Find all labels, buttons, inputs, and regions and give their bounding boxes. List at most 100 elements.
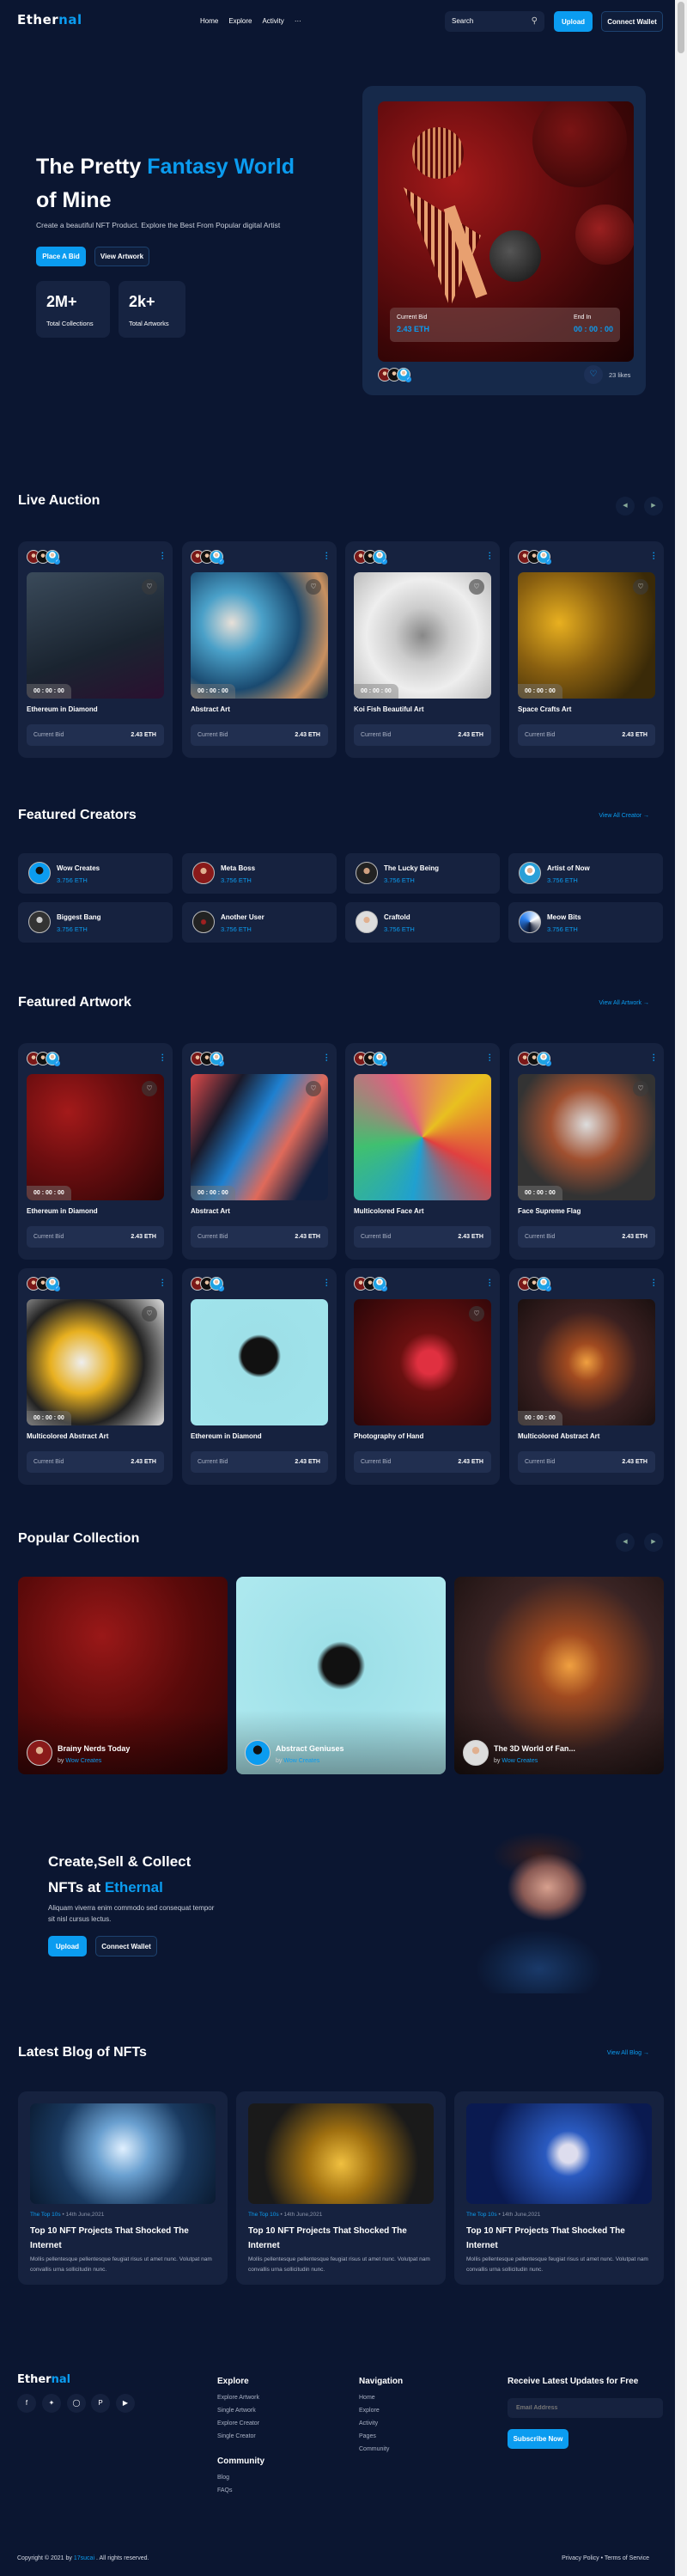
owner-avatars[interactable] (191, 1277, 224, 1291)
cta-upload-button[interactable]: Upload (48, 1936, 87, 1956)
owner-avatars[interactable] (27, 550, 60, 565)
heart-icon[interactable]: ♡ (584, 365, 603, 384)
legal-links[interactable]: Privacy Policy • Terms of Service (562, 2555, 649, 2561)
nft-card[interactable]: ··· ♡ 00 : 00 : 00 Ethereum in Diamond Curre… (18, 1043, 173, 1260)
logo[interactable]: Ethernal (17, 12, 82, 27)
more-options-icon[interactable]: ··· (157, 552, 167, 560)
owner-avatars[interactable] (518, 1052, 551, 1066)
nft-card[interactable]: ··· ♡ Photography of Hand Current Bid 2.43 E… (345, 1268, 500, 1485)
footer-link[interactable]: Explore Creator (217, 2420, 259, 2426)
nft-name[interactable]: Space Crafts Art (518, 705, 571, 713)
heart-icon[interactable]: ♡ (633, 579, 648, 595)
collection-card[interactable]: Brainy Nerds Today by Wow Creates (18, 1577, 228, 1774)
heart-icon[interactable]: ♡ (142, 1081, 157, 1096)
more-options-icon[interactable]: ··· (484, 552, 494, 560)
nft-card[interactable]: ··· ♡ 00 : 00 : 00 Space Crafts Art Current … (509, 541, 664, 758)
more-options-icon[interactable]: ··· (648, 552, 658, 560)
scrollbar-thumb[interactable] (678, 2, 684, 53)
nft-name[interactable]: Multicolored Face Art (354, 1207, 424, 1215)
creator-card[interactable]: Artist of Now 3.756 ETH (508, 853, 663, 894)
footer-link[interactable]: Explore (359, 2408, 380, 2414)
nft-name[interactable]: Multicolored Abstract Art (27, 1432, 108, 1440)
more-options-icon[interactable]: ··· (648, 1279, 658, 1287)
blog-card[interactable]: The Top 10s • 14th June,2021 Top 10 NFT P… (236, 2091, 446, 2285)
nft-name[interactable]: Multicolored Abstract Art (518, 1432, 599, 1440)
prev-arrow-icon[interactable]: ◀ (616, 1533, 635, 1552)
more-options-icon[interactable]: ··· (484, 1053, 494, 1062)
nft-card[interactable]: ··· ♡ 00 : 00 : 00 Koi Fish Beautiful Art Cu… (345, 541, 500, 758)
nft-name[interactable]: Abstract Art (191, 1207, 230, 1215)
nft-name[interactable]: Photography of Hand (354, 1432, 423, 1440)
heart-icon[interactable]: ♡ (469, 579, 484, 595)
blog-category[interactable]: The Top 10s (30, 2212, 61, 2218)
owner-avatars[interactable] (378, 368, 411, 382)
nft-name[interactable]: Ethereum in Diamond (27, 1207, 98, 1215)
nft-name[interactable]: Face Supreme Flag (518, 1207, 581, 1215)
instagram-icon[interactable]: ◯ (67, 2394, 86, 2413)
blog-card[interactable]: The Top 10s • 14th June,2021 Top 10 NFT P… (18, 2091, 228, 2285)
blog-title[interactable]: Top 10 NFT Projects That Shocked The Int… (466, 2224, 654, 2253)
twitter-icon[interactable]: ✦ (42, 2394, 61, 2413)
owner-avatars[interactable] (191, 1052, 224, 1066)
facebook-icon[interactable]: f (17, 2394, 36, 2413)
more-options-icon[interactable]: ··· (321, 1279, 331, 1287)
view-all-creator-link[interactable]: View All Creator → (599, 813, 649, 819)
owner-avatars[interactable] (518, 1277, 551, 1291)
nav-more[interactable]: ··· (295, 17, 301, 25)
creator-card[interactable]: Biggest Bang 3.756 ETH (18, 902, 173, 943)
next-arrow-icon[interactable]: ▶ (644, 497, 663, 516)
footer-link[interactable]: Single Artwork (217, 2408, 256, 2414)
nft-image[interactable]: ♡ 00 : 00 : 00 (191, 572, 328, 699)
footer-link[interactable]: Pages (359, 2433, 376, 2439)
nft-card[interactable]: ··· ♡ 00 : 00 : 00 Face Supreme Flag Current… (509, 1043, 664, 1260)
owner-avatars[interactable] (354, 1277, 387, 1291)
nft-image[interactable]: ♡ 00 : 00 : 00 (191, 1074, 328, 1200)
nav-explore[interactable]: Explore (228, 17, 252, 25)
heart-icon[interactable]: ♡ (142, 579, 157, 595)
blog-title[interactable]: Top 10 NFT Projects That Shocked The Int… (248, 2224, 435, 2253)
nft-card[interactable]: ··· ♡ 00 : 00 : 00 Ethereum in Diamond Curre… (18, 541, 173, 758)
hero-artwork-card[interactable]: Current Bid 2.43 ETH End In 00 : 00 : 00 (362, 86, 646, 395)
nft-card[interactable]: ··· Ethereum in Diamond Current Bid 2.43 ET… (182, 1268, 337, 1485)
blog-title[interactable]: Top 10 NFT Projects That Shocked The Int… (30, 2224, 217, 2253)
owner-avatars[interactable] (27, 1277, 60, 1291)
footer-link[interactable]: Home (359, 2395, 375, 2401)
more-options-icon[interactable]: ··· (321, 552, 331, 560)
upload-button[interactable]: Upload (554, 11, 593, 32)
nav-activity[interactable]: Activity (262, 17, 283, 25)
creator-card[interactable]: Craftold 3.756 ETH (345, 902, 500, 943)
creator-card[interactable]: Meow Bits 3.756 ETH (508, 902, 663, 943)
nft-name[interactable]: Abstract Art (191, 705, 230, 713)
nft-name[interactable]: Ethereum in Diamond (27, 705, 98, 713)
place-bid-button[interactable]: Place A Bid (36, 247, 86, 266)
nft-card[interactable]: ··· 00 : 00 : 00 Multicolored Abstract Art… (509, 1268, 664, 1485)
creator-card[interactable]: The Lucky Being 3.756 ETH (345, 853, 500, 894)
nft-image[interactable]: ♡ 00 : 00 : 00 (354, 572, 491, 699)
footer-link[interactable]: Activity (359, 2420, 378, 2426)
heart-icon[interactable]: ♡ (142, 1306, 157, 1322)
collection-card[interactable]: The 3D World of Fan... by Wow Creates (454, 1577, 664, 1774)
more-options-icon[interactable]: ··· (484, 1279, 494, 1287)
nft-name[interactable]: Koi Fish Beautiful Art (354, 705, 423, 713)
owner-avatars[interactable] (27, 1052, 60, 1066)
creator-link[interactable]: Wow Creates (502, 1758, 538, 1764)
nft-image[interactable] (354, 1074, 491, 1200)
nft-image[interactable]: ♡ 00 : 00 : 00 (518, 1074, 655, 1200)
heart-icon[interactable]: ♡ (469, 1306, 484, 1322)
creator-card[interactable]: Another User 3.756 ETH (182, 902, 337, 943)
creator-link[interactable]: Wow Creates (283, 1758, 319, 1764)
youtube-icon[interactable]: ▶ (116, 2394, 135, 2413)
heart-icon[interactable]: ♡ (306, 1081, 321, 1096)
footer-link[interactable]: Explore Artwork (217, 2395, 259, 2401)
owner-avatars[interactable] (354, 550, 387, 565)
footer-link[interactable]: FAQs (217, 2487, 233, 2494)
collection-card[interactable]: Abstract Geniuses by Wow Creates (236, 1577, 446, 1774)
view-all-artwork-link[interactable]: View All Artwork → (599, 1000, 649, 1006)
blog-category[interactable]: The Top 10s (466, 2212, 497, 2218)
email-field[interactable] (508, 2398, 663, 2418)
more-options-icon[interactable]: ··· (157, 1279, 167, 1287)
blog-card[interactable]: The Top 10s • 14th June,2021 Top 10 NFT P… (454, 2091, 664, 2285)
view-artwork-button[interactable]: View Artwork (94, 247, 149, 266)
heart-icon[interactable]: ♡ (633, 1081, 648, 1096)
nft-image[interactable]: 00 : 00 : 00 (518, 1299, 655, 1425)
